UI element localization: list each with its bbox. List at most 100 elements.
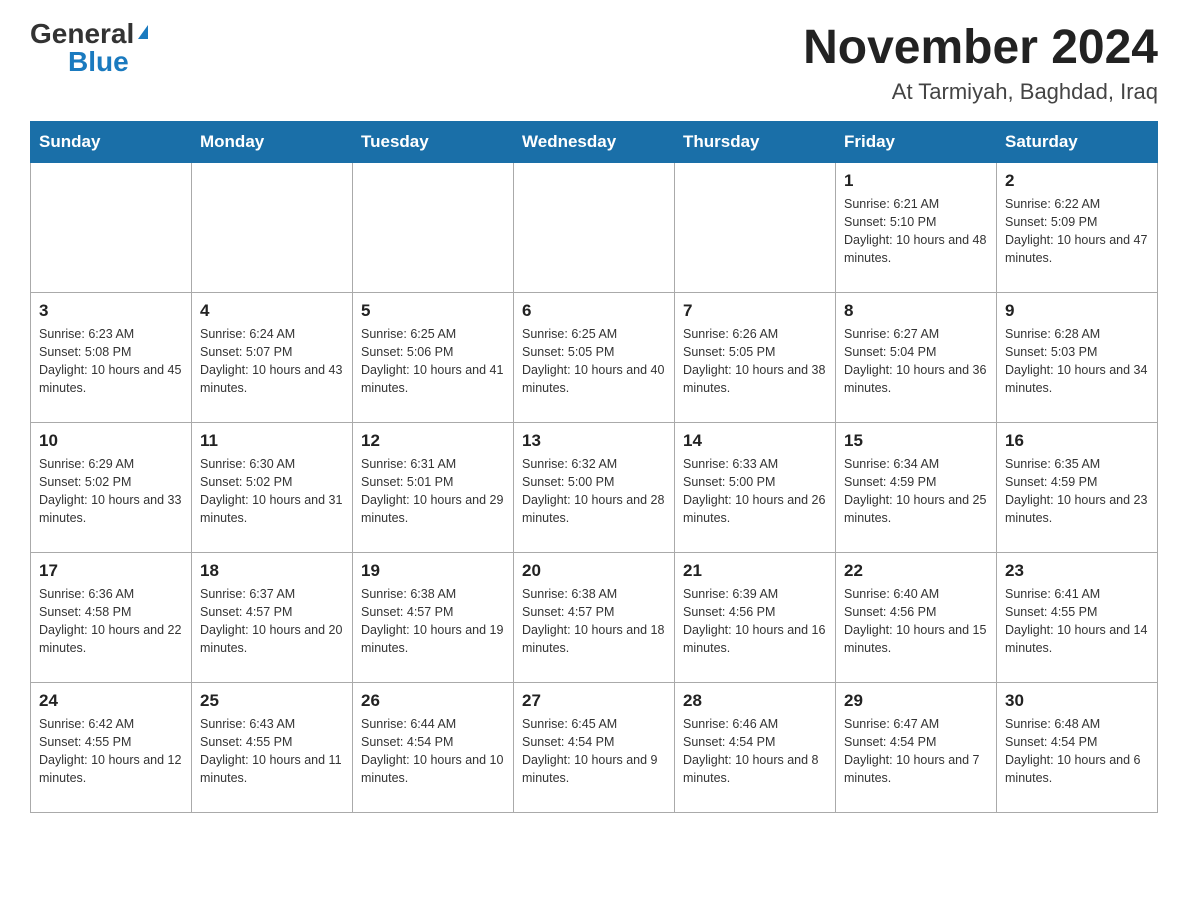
calendar-cell: 10 Sunrise: 6:29 AMSunset: 5:02 PMDayligh… — [31, 423, 192, 553]
calendar-cell: 18Sunrise: 6:37 AMSunset: 4:57 PMDayligh… — [192, 553, 353, 683]
title-block: November 2024 At Tarmiyah, Baghdad, Iraq — [803, 20, 1158, 105]
day-number: 28 — [683, 691, 827, 711]
calendar-cell: 28 Sunrise: 6:46 AMSunset: 4:54 PMDayligh… — [675, 683, 836, 813]
calendar-cell — [192, 163, 353, 293]
day-number: 23 — [1005, 561, 1149, 581]
day-info: Sunrise: 6:48 AMSunset: 4:54 PMDaylight:… — [1005, 715, 1149, 788]
day-number: 8 — [844, 301, 988, 321]
calendar-week-row: 17 Sunrise: 6:36 AMSunset: 4:58 PMDayligh… — [31, 553, 1158, 683]
day-number: 11 — [200, 431, 344, 451]
day-number: 12 — [361, 431, 505, 451]
calendar-cell: 25Sunrise: 6:43 AMSunset: 4:55 PMDayligh… — [192, 683, 353, 813]
calendar-cell: 7 Sunrise: 6:26 AMSunset: 5:05 PMDaylight… — [675, 293, 836, 423]
day-info: Sunrise: 6:32 AMSunset: 5:00 PMDaylight:… — [522, 455, 666, 528]
calendar-cell: 16 Sunrise: 6:35 AMSunset: 4:59 PMDayligh… — [997, 423, 1158, 553]
day-info: Sunrise: 6:29 AMSunset: 5:02 PMDaylight:… — [39, 455, 183, 528]
day-info: Sunrise: 6:25 AMSunset: 5:05 PMDaylight:… — [522, 325, 666, 398]
day-info: Sunrise: 6:39 AMSunset: 4:56 PMDaylight:… — [683, 585, 827, 658]
day-number: 29 — [844, 691, 988, 711]
day-info: Sunrise: 6:40 AMSunset: 4:56 PMDaylight:… — [844, 585, 988, 658]
calendar-table: SundayMondayTuesdayWednesdayThursdayFrid… — [30, 121, 1158, 813]
subtitle: At Tarmiyah, Baghdad, Iraq — [803, 79, 1158, 105]
logo-general-text: General — [30, 20, 134, 48]
day-number: 9 — [1005, 301, 1149, 321]
calendar-cell — [31, 163, 192, 293]
day-info: Sunrise: 6:26 AMSunset: 5:05 PMDaylight:… — [683, 325, 827, 398]
calendar-cell — [675, 163, 836, 293]
calendar-day-header: Saturday — [997, 122, 1158, 163]
calendar-cell: 4 Sunrise: 6:24 AMSunset: 5:07 PMDaylight… — [192, 293, 353, 423]
day-info: Sunrise: 6:45 AMSunset: 4:54 PMDaylight:… — [522, 715, 666, 788]
calendar-cell: 20 Sunrise: 6:38 AMSunset: 4:57 PMDayligh… — [514, 553, 675, 683]
calendar-week-row: 24 Sunrise: 6:42 AMSunset: 4:55 PMDayligh… — [31, 683, 1158, 813]
day-info: Sunrise: 6:42 AMSunset: 4:55 PMDaylight:… — [39, 715, 183, 788]
day-number: 16 — [1005, 431, 1149, 451]
day-number: 26 — [361, 691, 505, 711]
calendar-cell: 30 Sunrise: 6:48 AMSunset: 4:54 PMDayligh… — [997, 683, 1158, 813]
day-number: 19 — [361, 561, 505, 581]
calendar-cell: 12 Sunrise: 6:31 AMSunset: 5:01 PMDayligh… — [353, 423, 514, 553]
calendar-week-row: 3Sunrise: 6:23 AMSunset: 5:08 PMDaylight… — [31, 293, 1158, 423]
calendar-day-header: Monday — [192, 122, 353, 163]
day-info: Sunrise: 6:44 AMSunset: 4:54 PMDaylight:… — [361, 715, 505, 788]
calendar-cell: 2 Sunrise: 6:22 AMSunset: 5:09 PMDaylight… — [997, 163, 1158, 293]
day-info: Sunrise: 6:22 AMSunset: 5:09 PMDaylight:… — [1005, 195, 1149, 268]
calendar-cell: 11 Sunrise: 6:30 AMSunset: 5:02 PMDayligh… — [192, 423, 353, 553]
day-info: Sunrise: 6:30 AMSunset: 5:02 PMDaylight:… — [200, 455, 344, 528]
day-info: Sunrise: 6:41 AMSunset: 4:55 PMDaylight:… — [1005, 585, 1149, 658]
day-info: Sunrise: 6:35 AMSunset: 4:59 PMDaylight:… — [1005, 455, 1149, 528]
day-number: 5 — [361, 301, 505, 321]
calendar-day-header: Friday — [836, 122, 997, 163]
day-number: 4 — [200, 301, 344, 321]
calendar-cell: 21 Sunrise: 6:39 AMSunset: 4:56 PMDayligh… — [675, 553, 836, 683]
page-header: General Blue November 2024 At Tarmiyah, … — [30, 20, 1158, 105]
calendar-cell: 17 Sunrise: 6:36 AMSunset: 4:58 PMDayligh… — [31, 553, 192, 683]
calendar-cell: 3Sunrise: 6:23 AMSunset: 5:08 PMDaylight… — [31, 293, 192, 423]
calendar-cell: 9 Sunrise: 6:28 AMSunset: 5:03 PMDaylight… — [997, 293, 1158, 423]
logo-blue-text: Blue — [68, 48, 129, 76]
calendar-cell: 8 Sunrise: 6:27 AMSunset: 5:04 PMDaylight… — [836, 293, 997, 423]
day-number: 15 — [844, 431, 988, 451]
day-info: Sunrise: 6:31 AMSunset: 5:01 PMDaylight:… — [361, 455, 505, 528]
calendar-week-row: 1 Sunrise: 6:21 AMSunset: 5:10 PMDaylight… — [31, 163, 1158, 293]
day-number: 1 — [844, 171, 988, 191]
day-info: Sunrise: 6:28 AMSunset: 5:03 PMDaylight:… — [1005, 325, 1149, 398]
day-number: 14 — [683, 431, 827, 451]
day-info: Sunrise: 6:38 AMSunset: 4:57 PMDaylight:… — [522, 585, 666, 658]
calendar-cell: 19 Sunrise: 6:38 AMSunset: 4:57 PMDayligh… — [353, 553, 514, 683]
day-number: 20 — [522, 561, 666, 581]
calendar-cell: 5 Sunrise: 6:25 AMSunset: 5:06 PMDaylight… — [353, 293, 514, 423]
calendar-day-header: Tuesday — [353, 122, 514, 163]
day-info: Sunrise: 6:46 AMSunset: 4:54 PMDaylight:… — [683, 715, 827, 788]
calendar-cell: 23 Sunrise: 6:41 AMSunset: 4:55 PMDayligh… — [997, 553, 1158, 683]
day-number: 7 — [683, 301, 827, 321]
main-title: November 2024 — [803, 20, 1158, 75]
logo: General Blue — [30, 20, 148, 76]
day-info: Sunrise: 6:38 AMSunset: 4:57 PMDaylight:… — [361, 585, 505, 658]
calendar-cell — [514, 163, 675, 293]
day-info: Sunrise: 6:36 AMSunset: 4:58 PMDaylight:… — [39, 585, 183, 658]
day-number: 30 — [1005, 691, 1149, 711]
calendar-day-header: Sunday — [31, 122, 192, 163]
day-number: 6 — [522, 301, 666, 321]
day-info: Sunrise: 6:25 AMSunset: 5:06 PMDaylight:… — [361, 325, 505, 398]
calendar-cell: 24 Sunrise: 6:42 AMSunset: 4:55 PMDayligh… — [31, 683, 192, 813]
day-info: Sunrise: 6:27 AMSunset: 5:04 PMDaylight:… — [844, 325, 988, 398]
day-number: 17 — [39, 561, 183, 581]
day-number: 10 — [39, 431, 183, 451]
day-number: 21 — [683, 561, 827, 581]
day-number: 2 — [1005, 171, 1149, 191]
calendar-week-row: 10 Sunrise: 6:29 AMSunset: 5:02 PMDayligh… — [31, 423, 1158, 553]
calendar-cell: 26 Sunrise: 6:44 AMSunset: 4:54 PMDayligh… — [353, 683, 514, 813]
calendar-header-row: SundayMondayTuesdayWednesdayThursdayFrid… — [31, 122, 1158, 163]
day-info: Sunrise: 6:37 AMSunset: 4:57 PMDaylight:… — [200, 585, 344, 658]
calendar-cell: 13Sunrise: 6:32 AMSunset: 5:00 PMDayligh… — [514, 423, 675, 553]
day-number: 3 — [39, 301, 183, 321]
day-info: Sunrise: 6:24 AMSunset: 5:07 PMDaylight:… — [200, 325, 344, 398]
day-info: Sunrise: 6:21 AMSunset: 5:10 PMDaylight:… — [844, 195, 988, 268]
day-number: 22 — [844, 561, 988, 581]
day-number: 24 — [39, 691, 183, 711]
day-info: Sunrise: 6:34 AMSunset: 4:59 PMDaylight:… — [844, 455, 988, 528]
logo-triangle-icon — [138, 25, 148, 39]
day-info: Sunrise: 6:33 AMSunset: 5:00 PMDaylight:… — [683, 455, 827, 528]
